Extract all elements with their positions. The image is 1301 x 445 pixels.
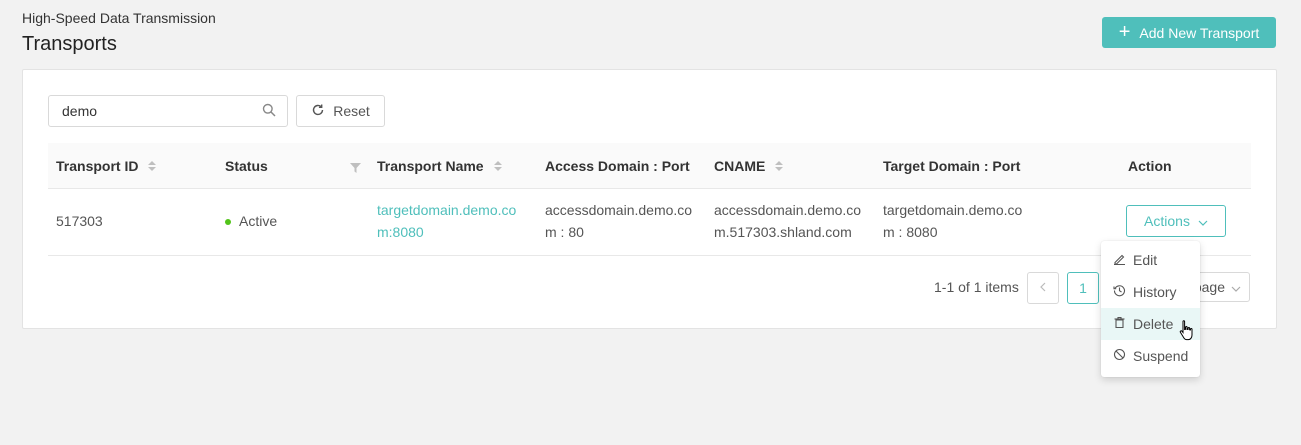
chevron-left-icon: [1040, 279, 1046, 297]
status-badge: Active: [239, 213, 278, 229]
history-icon: [1113, 284, 1126, 300]
add-new-transport-label: Add New Transport: [1139, 24, 1260, 41]
col-cname-label: CNAME: [714, 157, 766, 174]
col-status-label: Status: [225, 157, 268, 174]
col-access-domain: Access Domain : Port: [545, 143, 690, 188]
transports-card: Reset Transport ID Status Transport Name…: [22, 69, 1277, 329]
actions-label: Actions: [1144, 213, 1190, 229]
reset-button[interactable]: Reset: [296, 95, 385, 127]
actions-dropdown-menu: Edit History Delete Suspend: [1101, 241, 1200, 377]
add-new-transport-button[interactable]: + Add New Transport: [1102, 17, 1276, 48]
table-row: 517303 Active targetdomain.demo.com:8080…: [48, 189, 1251, 256]
col-access-domain-label: Access Domain : Port: [545, 157, 690, 174]
col-target-domain: Target Domain : Port: [883, 143, 1020, 188]
table-header: Transport ID Status Transport Name Acces…: [48, 143, 1251, 189]
transport-id-cell: 517303: [56, 213, 103, 229]
search-input[interactable]: [60, 102, 254, 120]
plus-icon: +: [1118, 20, 1131, 43]
search-box[interactable]: [48, 95, 288, 127]
col-target-domain-label: Target Domain : Port: [883, 157, 1021, 174]
col-action: Action: [1128, 143, 1172, 188]
col-cname[interactable]: CNAME: [714, 143, 784, 188]
menu-item-history[interactable]: History: [1101, 276, 1200, 308]
sort-icon[interactable]: [148, 160, 157, 171]
status-dot: [225, 219, 231, 226]
breadcrumb[interactable]: High-Speed Data Transmission: [22, 10, 216, 26]
target-domain-cell: targetdomain.demo.com : 8080: [883, 202, 1023, 240]
chevron-down-icon: [1231, 279, 1241, 295]
page-1-button[interactable]: 1: [1067, 272, 1099, 304]
search-icon[interactable]: [262, 103, 276, 117]
access-domain-cell: accessdomain.demo.com : 80: [545, 202, 693, 240]
cname-cell: accessdomain.demo.com.517303.shland.com: [714, 202, 862, 240]
status-cell: Active: [225, 210, 277, 232]
reset-icon: [311, 103, 325, 120]
hand-cursor-icon: [1178, 319, 1196, 348]
page: High-Speed Data Transmission Transports …: [0, 0, 1301, 445]
reset-label: Reset: [333, 103, 370, 119]
page-title: Transports: [22, 33, 117, 55]
suspend-icon: [1113, 348, 1126, 364]
trash-icon: [1113, 316, 1126, 332]
chevron-down-icon: [1198, 213, 1208, 229]
sort-icon[interactable]: [493, 160, 502, 171]
col-transport-name[interactable]: Transport Name: [377, 143, 502, 188]
menu-item-history-label: History: [1133, 284, 1177, 300]
edit-icon: [1113, 252, 1126, 268]
filter-icon[interactable]: [350, 160, 361, 176]
menu-item-suspend-label: Suspend: [1133, 348, 1189, 364]
col-transport-id-label: Transport ID: [56, 157, 139, 174]
prev-page-button[interactable]: [1027, 272, 1059, 304]
col-status: Status: [225, 143, 361, 188]
menu-item-edit-label: Edit: [1133, 252, 1158, 268]
actions-dropdown-button[interactable]: Actions: [1126, 205, 1226, 237]
pagination: 1-1 of 1 items 1 page: [23, 272, 1276, 304]
sort-icon[interactable]: [775, 160, 784, 171]
pagination-total: 1-1 of 1 items: [934, 279, 1019, 295]
col-transport-id[interactable]: Transport ID: [56, 143, 157, 188]
menu-item-edit[interactable]: Edit: [1101, 244, 1200, 276]
menu-item-delete-label: Delete: [1133, 316, 1174, 332]
transport-name-link[interactable]: targetdomain.demo.com:8080: [377, 199, 525, 243]
col-transport-name-label: Transport Name: [377, 157, 484, 174]
col-action-label: Action: [1128, 157, 1172, 174]
